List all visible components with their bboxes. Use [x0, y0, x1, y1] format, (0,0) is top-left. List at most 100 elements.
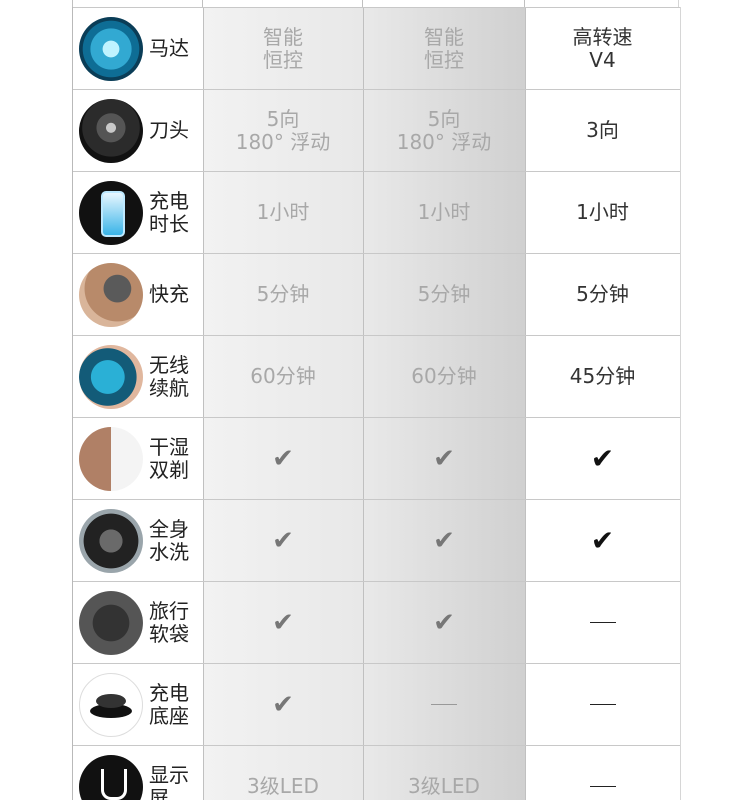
comparison-table: 马达 智能 恒控 智能 恒控 高转速 V4 刀头 5向 180° 浮动 5向 180° 浮动… — [72, 7, 681, 800]
row-label: 无线 续航 — [149, 352, 189, 400]
row-label: 全身 水洗 — [149, 516, 189, 564]
wet-dry-icon — [79, 426, 143, 491]
cell-value: 1小时 — [256, 200, 310, 224]
row-label-cell: 刀头 — [73, 90, 203, 171]
comparison-page: 马达 智能 恒控 智能 恒控 高转速 V4 刀头 5向 180° 浮动 5向 180° 浮动… — [0, 0, 750, 800]
row-label-cell: 马达 — [73, 8, 203, 89]
value-cell-c3: 5分钟 — [525, 254, 680, 335]
table-row: 显示 屏 3级LED 3级LED — [73, 746, 680, 800]
row-label: 旅行 软袋 — [149, 598, 189, 646]
not-available-dash — [431, 704, 457, 705]
row-label-cell: 充电 时长 — [73, 172, 203, 253]
motor-icon — [79, 16, 143, 81]
table-row: 全身 水洗 ✔ ✔ ✔ — [73, 500, 680, 582]
cell-value: 1小时 — [576, 200, 629, 224]
row-label-cell: 充电 底座 — [73, 664, 203, 745]
value-cell-c1: 5向 180° 浮动 — [203, 90, 363, 171]
checkmark-icon: ✔ — [272, 607, 294, 638]
cell-value: 5分钟 — [256, 282, 310, 306]
cell-value: 5分钟 — [576, 282, 629, 306]
cell-value: 高转速 V4 — [572, 24, 633, 72]
not-available-dash — [589, 786, 616, 787]
cell-value: 60分钟 — [250, 364, 316, 388]
checkmark-icon: ✔ — [433, 443, 455, 474]
value-cell-c1: ✔ — [203, 500, 363, 581]
table-row: 马达 智能 恒控 智能 恒控 高转速 V4 — [73, 7, 680, 90]
value-cell-c3 — [525, 664, 680, 745]
value-cell-c2: ✔ — [363, 582, 525, 663]
checkmark-icon: ✔ — [590, 523, 615, 557]
table-row: 旅行 软袋 ✔ ✔ — [73, 582, 680, 664]
table-row: 干湿 双剃 ✔ ✔ ✔ — [73, 418, 680, 500]
wireless-icon — [79, 344, 143, 409]
cell-value: 智能 恒控 — [263, 24, 303, 72]
checkmark-icon: ✔ — [272, 443, 294, 474]
value-cell-c1: 60分钟 — [203, 336, 363, 417]
table-row: 充电 底座 ✔ — [73, 664, 680, 746]
table-row: 快充 5分钟 5分钟 5分钟 — [73, 254, 680, 336]
value-cell-c1: 3级LED — [203, 746, 363, 800]
table-row: 无线 续航 60分钟 60分钟 45分钟 — [73, 336, 680, 418]
value-cell-c2: ✔ — [363, 418, 525, 499]
fast-charge-icon — [79, 262, 143, 327]
row-label: 充电 底座 — [149, 680, 189, 728]
cell-value: 3级LED — [247, 774, 319, 798]
value-cell-c2: 5向 180° 浮动 — [363, 90, 525, 171]
value-cell-c3: ✔ — [525, 500, 680, 581]
checkmark-icon: ✔ — [590, 441, 615, 475]
value-cell-c1: ✔ — [203, 582, 363, 663]
checkmark-icon: ✔ — [433, 525, 455, 556]
cell-value: 5向 180° 浮动 — [235, 106, 331, 154]
value-cell-c1: 5分钟 — [203, 254, 363, 335]
cell-value: 3级LED — [408, 774, 480, 798]
cell-value: 45分钟 — [569, 364, 636, 388]
value-cell-c2: ✔ — [363, 500, 525, 581]
row-label-cell: 快充 — [73, 254, 203, 335]
cell-value: 3向 — [586, 118, 619, 142]
value-cell-c2: 1小时 — [363, 172, 525, 253]
value-cell-c3: 45分钟 — [525, 336, 680, 417]
table-top-stub — [72, 0, 679, 7]
row-label: 干湿 双剃 — [149, 434, 189, 482]
value-cell-c3: 1小时 — [525, 172, 680, 253]
value-cell-c2: 智能 恒控 — [363, 8, 525, 89]
table-row: 刀头 5向 180° 浮动 5向 180° 浮动 3向 — [73, 90, 680, 172]
cell-value: 60分钟 — [411, 364, 477, 388]
not-available-dash — [589, 622, 616, 623]
row-label-cell: 干湿 双剃 — [73, 418, 203, 499]
value-cell-c3 — [525, 746, 680, 800]
value-cell-c1: ✔ — [203, 418, 363, 499]
checkmark-icon: ✔ — [272, 525, 294, 556]
cell-value: 5分钟 — [417, 282, 471, 306]
battery-icon — [79, 180, 143, 245]
value-cell-c3: ✔ — [525, 418, 680, 499]
cell-value: 智能 恒控 — [424, 24, 464, 72]
row-label-cell: 全身 水洗 — [73, 500, 203, 581]
checkmark-icon: ✔ — [433, 607, 455, 638]
row-label: 马达 — [149, 36, 189, 60]
value-cell-c1: 智能 恒控 — [203, 8, 363, 89]
full-wash-icon — [79, 508, 143, 573]
travel-pouch-icon — [79, 590, 143, 655]
blade-head-icon — [79, 98, 143, 163]
row-label-cell: 无线 续航 — [73, 336, 203, 417]
value-cell-c3 — [525, 582, 680, 663]
value-cell-c2 — [363, 664, 525, 745]
value-cell-c1: 1小时 — [203, 172, 363, 253]
row-label: 快充 — [149, 282, 189, 306]
value-cell-c2: 5分钟 — [363, 254, 525, 335]
row-label: 充电 时长 — [149, 188, 189, 236]
row-label-cell: 旅行 软袋 — [73, 582, 203, 663]
value-cell-c3: 高转速 V4 — [525, 8, 680, 89]
row-label: 刀头 — [149, 118, 189, 142]
row-label: 显示 屏 — [149, 762, 189, 800]
display-icon — [79, 754, 143, 800]
table-row: 充电 时长 1小时 1小时 1小时 — [73, 172, 680, 254]
cell-value: 5向 180° 浮动 — [396, 106, 492, 154]
value-cell-c1: ✔ — [203, 664, 363, 745]
checkmark-icon: ✔ — [272, 689, 294, 720]
not-available-dash — [589, 704, 616, 705]
cell-value: 1小时 — [417, 200, 471, 224]
value-cell-c3: 3向 — [525, 90, 680, 171]
value-cell-c2: 60分钟 — [363, 336, 525, 417]
